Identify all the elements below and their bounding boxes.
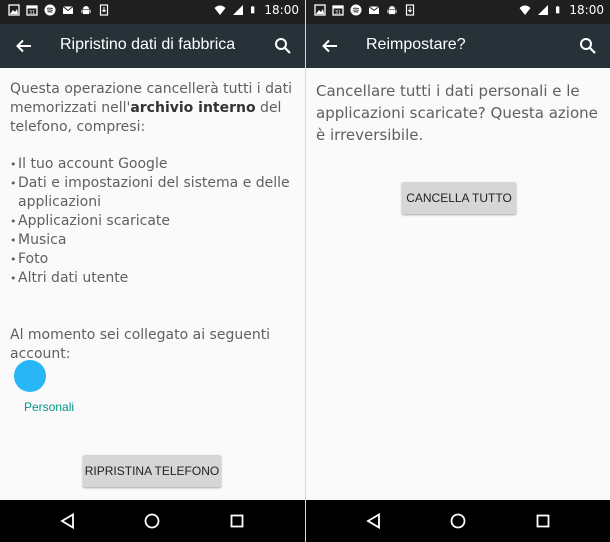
gmail-icon: [368, 6, 380, 14]
accounts-text: Al momento sei collegato ai seguenti acc…: [10, 327, 271, 362]
android-icon: [81, 6, 91, 15]
status-bar: 31 18:00: [0, 0, 305, 24]
nav-recent-button[interactable]: [226, 510, 248, 532]
spotify-icon: [350, 4, 362, 16]
list-item: Il tuo account Google: [10, 155, 295, 174]
circle-home-icon: [144, 513, 160, 529]
wifi-icon: [519, 5, 531, 15]
erase-all-button[interactable]: CANCELLA TUTTO: [402, 182, 516, 214]
search-button[interactable]: [576, 34, 600, 58]
nav-back-button[interactable]: [57, 510, 79, 532]
gmail-icon: [62, 6, 74, 14]
circle-home-icon: [450, 513, 466, 529]
battery-icon: [556, 6, 560, 14]
page-title: Ripristino dati di fabbrica: [60, 36, 236, 53]
nav-recent-button[interactable]: [532, 510, 554, 532]
arrow-left-icon: [16, 39, 31, 53]
android-icon: [387, 6, 397, 15]
search-icon: [275, 38, 291, 54]
square-recent-icon: [230, 514, 244, 528]
notification-icons: 31: [8, 4, 110, 16]
wifi-icon: [214, 5, 226, 15]
toolbar: Ripristino dati di fabbrica: [0, 24, 305, 68]
section-header-personal: Personali: [24, 400, 75, 414]
reset-phone-button[interactable]: RIPRISTINA TELEFONO: [83, 455, 221, 487]
signal-icon: [538, 5, 549, 15]
calendar-icon: 31: [332, 5, 344, 16]
nav-back-button[interactable]: [363, 510, 385, 532]
triangle-back-icon: [366, 512, 380, 530]
system-indicators: 18:00: [214, 3, 299, 17]
account-avatar[interactable]: [14, 360, 46, 392]
status-bar: 31 18:00: [306, 0, 610, 24]
triangle-back-icon: [60, 512, 74, 530]
download-icon: [99, 4, 109, 16]
svg-text:31: 31: [29, 10, 35, 16]
image-icon: [314, 4, 326, 16]
list-item: Musica: [10, 231, 295, 250]
erase-items-list: Il tuo account Google Dati e impostazion…: [10, 155, 295, 288]
confirm-reset-screen: 31 18:00 Reimpostare? Cancellare tutti i…: [305, 0, 610, 542]
arrow-left-icon: [322, 39, 337, 53]
navigation-bar: [306, 500, 610, 542]
nav-home-button[interactable]: [447, 510, 469, 532]
confirm-message: Cancellare tutti i dati personali e le a…: [316, 82, 598, 144]
back-button[interactable]: [318, 34, 342, 58]
intro-text: Questa operazione cancellerà tutti i dat…: [10, 80, 295, 137]
list-item: Altri dati utente: [10, 269, 295, 288]
content: Questa operazione cancellerà tutti i dat…: [0, 68, 305, 500]
signal-icon: [233, 5, 244, 15]
list-item: Applicazioni scaricate: [10, 212, 295, 231]
intro-bold: archivio interno: [130, 100, 256, 116]
list-item: Dati e impostazioni del sistema e delle …: [10, 174, 295, 212]
image-icon: [8, 4, 20, 16]
navigation-bar: [0, 500, 305, 542]
factory-reset-screen: 31 18:00 Ripristino dati di fabbrica Que…: [0, 0, 305, 542]
system-indicators: 18:00: [519, 3, 604, 17]
search-icon: [580, 38, 596, 54]
spotify-icon: [44, 4, 56, 16]
download-icon: [405, 4, 415, 16]
toolbar: Reimpostare?: [306, 24, 610, 68]
clock: 18:00: [569, 3, 604, 17]
svg-text:31: 31: [335, 10, 341, 16]
clock: 18:00: [264, 3, 299, 17]
battery-icon: [251, 6, 255, 14]
back-button[interactable]: [12, 34, 36, 58]
nav-home-button[interactable]: [141, 510, 163, 532]
notification-icons: 31: [314, 4, 416, 16]
page-title: Reimpostare?: [366, 36, 466, 53]
list-item: Foto: [10, 250, 295, 269]
calendar-icon: 31: [26, 5, 38, 16]
search-button[interactable]: [271, 34, 295, 58]
square-recent-icon: [536, 514, 550, 528]
